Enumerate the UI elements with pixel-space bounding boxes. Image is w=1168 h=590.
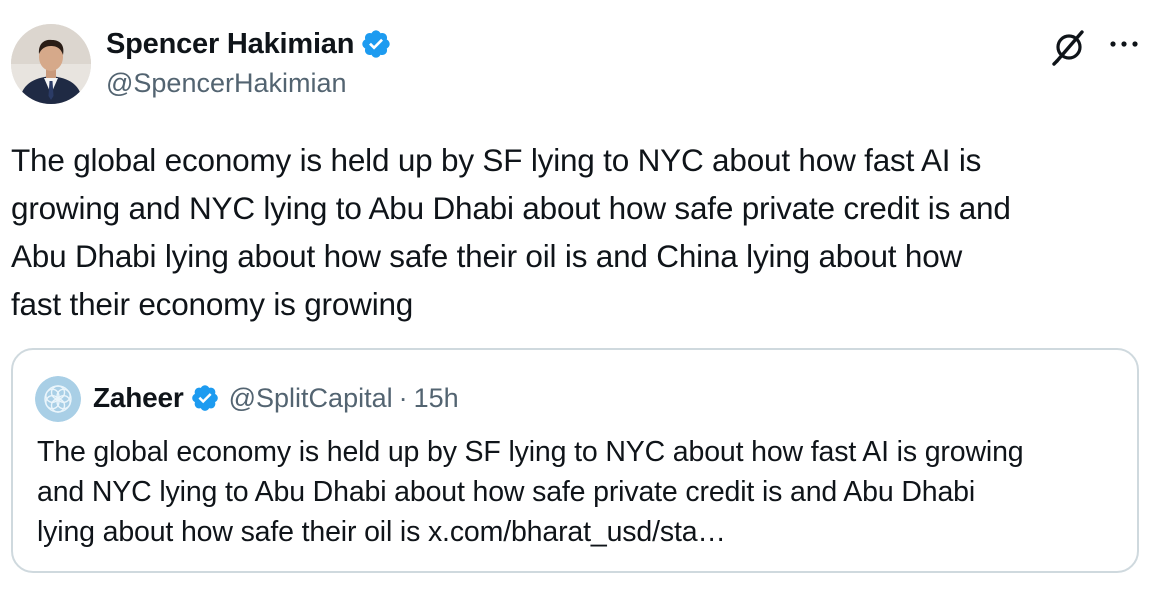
author-handle[interactable]: @SpencerHakimian [106, 68, 347, 99]
quoted-tweet-text: The global economy is held up by SF lyin… [37, 436, 1024, 548]
quoted-header: Zaheer @SplitCapital · 15h [93, 378, 459, 418]
more-icon[interactable] [1108, 34, 1140, 54]
quoted-tweet-card[interactable]: Zaheer @SplitCapital · 15h The global ec… [11, 348, 1139, 573]
author-display-name[interactable]: Spencer Hakimian [106, 28, 354, 61]
grok-icon[interactable] [1049, 26, 1089, 66]
tweet-text: The global economy is held up by SF lyin… [11, 142, 1011, 322]
verified-badge-icon[interactable] [360, 28, 392, 60]
quoted-author-avatar[interactable] [35, 376, 81, 422]
author-name-row: Spencer Hakimian [106, 26, 392, 62]
quoted-display-name[interactable]: Zaheer [93, 382, 184, 414]
quoted-timestamp[interactable]: 15h [414, 383, 459, 414]
quoted-avatar-image [35, 376, 81, 422]
author-avatar-image [11, 24, 91, 104]
quoted-separator: · [398, 382, 408, 413]
quoted-verified-badge-icon[interactable] [190, 383, 220, 413]
tweet: Spencer Hakimian @SpencerHakimian The gl… [0, 0, 1168, 590]
author-avatar[interactable] [11, 24, 91, 104]
quoted-handle[interactable]: @SplitCapital [229, 383, 393, 414]
